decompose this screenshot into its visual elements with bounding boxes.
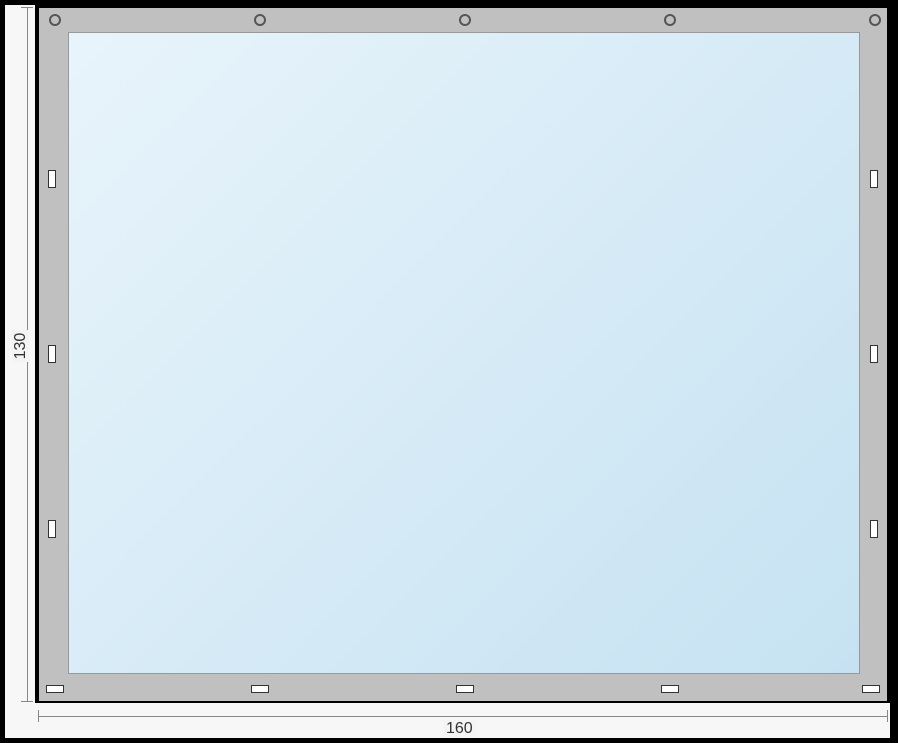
slot-icon [870, 345, 878, 363]
mount-hole-icon [254, 14, 266, 26]
slot-icon [48, 345, 56, 363]
slot-icon [661, 685, 679, 693]
slot-icon [870, 520, 878, 538]
dimension-line-icon [38, 716, 888, 717]
dimension-vertical: 130 [7, 7, 31, 702]
glass-panel [68, 32, 860, 674]
dimension-tick-icon [38, 710, 39, 722]
mount-hole-icon [49, 14, 61, 26]
dimension-tick-icon [21, 7, 33, 8]
dimension-height-label: 130 [12, 326, 30, 366]
slot-icon [48, 170, 56, 188]
diagram-canvas: 130 160 [0, 0, 898, 743]
mount-hole-icon [459, 14, 471, 26]
slot-icon [456, 685, 474, 693]
slot-icon [46, 685, 64, 693]
mount-hole-icon [664, 14, 676, 26]
slot-icon [862, 685, 880, 693]
slot-icon [48, 520, 56, 538]
mount-hole-icon [869, 14, 881, 26]
dimension-tick-icon [21, 701, 33, 702]
dimension-horizontal: 160 [38, 710, 888, 734]
dimension-tick-icon [887, 710, 888, 722]
slot-icon [251, 685, 269, 693]
slot-icon [870, 170, 878, 188]
dimension-width-label: 160 [443, 720, 476, 738]
